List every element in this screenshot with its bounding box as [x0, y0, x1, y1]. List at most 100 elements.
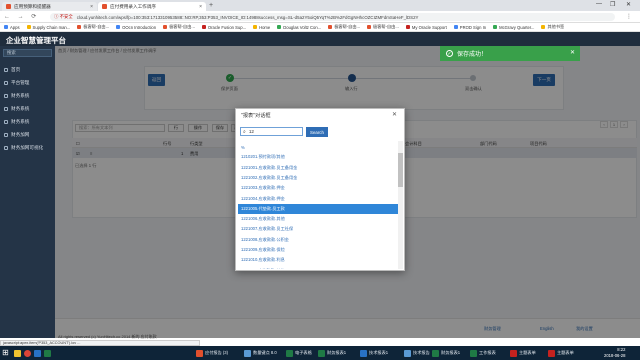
bookmark-other[interactable]: 其他书签 — [541, 24, 564, 30]
bookmarks-bar: Apps Supply Chain man... 极客帮-自由... OOcn … — [0, 23, 640, 32]
dialog-results-list: % 1210201.预付款项/其他 1221001.应收款款.员工备用金 122100… — [236, 141, 398, 269]
dialog-result-item[interactable]: 1221008.应收款款.公积金 — [238, 235, 398, 245]
taskbar-app[interactable]: 技术报告 — [404, 347, 430, 359]
dialog-close-icon[interactable]: ✕ — [392, 111, 397, 118]
bookmark[interactable]: PROD Sign In — [453, 25, 486, 30]
bookmark-icon — [253, 25, 258, 29]
taskbar-pinned[interactable] — [44, 347, 53, 359]
sidebar-search-input[interactable]: 搜索 — [3, 49, 52, 57]
url-field[interactable]: ⓘ 不安全 cloud.yunhitech.com/wps/fp=100:353:… — [50, 13, 615, 21]
dialog-result-item[interactable]: 1221007.应收款款.员工社保 — [238, 224, 398, 234]
taskbar-app-label: 财务报表1 — [441, 350, 461, 355]
taskbar-app-label: 主题表单 — [557, 350, 574, 355]
search-icon: ⌕ — [243, 128, 246, 135]
dialog-result-item[interactable]: 1210201.预付款项/其他 — [238, 152, 398, 162]
maximize-icon[interactable]: ❐ — [610, 1, 615, 8]
new-tab-button[interactable]: + — [209, 2, 213, 9]
dialog-title: "报表"对话框 — [241, 113, 271, 119]
dialog-result-item[interactable]: 1221011.应收款款.其他 — [238, 266, 398, 269]
taskbar-clock[interactable]: 8:22 2018-06-28 — [604, 347, 625, 359]
menu-icon — [4, 94, 8, 98]
clock-date: 2018-06-28 — [604, 353, 626, 358]
taskbar-app[interactable]: 工作报表 — [470, 347, 496, 359]
dialog-result-item[interactable]: 1221002.应收款款.员工备用金 — [238, 173, 398, 183]
search-value: 12 — [248, 129, 254, 134]
sidebar-item-finance[interactable]: 财务系统 — [0, 103, 55, 115]
apps-icon — [4, 25, 8, 29]
dialog-result-item[interactable]: 1221003.应收款款.押金 — [238, 183, 398, 193]
dialog-search-button[interactable]: Search — [306, 127, 328, 137]
navigation-buttons[interactable]: ← → ⟳ — [4, 13, 39, 20]
bookmark[interactable]: My Oracle Support — [405, 25, 447, 30]
bookmark[interactable]: McGravy Quarter... — [493, 25, 534, 30]
bookmark[interactable]: Oracle Fusion Sup... — [201, 25, 246, 30]
menu-icon — [4, 120, 8, 124]
browser-menu-icon[interactable]: ⋮ — [626, 13, 632, 20]
sidebar-item-platform[interactable]: 平台管理 — [0, 77, 55, 89]
sidebar-item-finance[interactable]: 财务系统 — [0, 90, 55, 102]
browser-tab-active[interactable]: 应付费用录入工作调序 × — [98, 2, 206, 11]
taskbar-app[interactable]: 主题表单 — [548, 347, 574, 359]
taskbar-pinned[interactable] — [24, 347, 33, 359]
bookmark[interactable]: 极客帮-自由... — [163, 24, 195, 30]
close-tab-icon[interactable]: × — [90, 4, 93, 10]
bookmark-icon — [26, 25, 31, 29]
sidebar-item-network[interactable]: 财务加网 — [0, 129, 55, 141]
menu-icon — [4, 146, 8, 150]
bookmark-icon — [453, 25, 458, 29]
outlook-icon — [34, 349, 41, 357]
tab-label: 应付费用录入工作调序 — [110, 3, 156, 9]
bookmark-icon — [405, 25, 410, 29]
dialog-result-item[interactable]: 1221009.应收款款.保险 — [238, 245, 398, 255]
start-icon[interactable]: ⊞ — [2, 348, 9, 357]
chrome-icon — [24, 349, 31, 357]
taskbar-app[interactable]: 财务报表1 — [318, 347, 346, 359]
taskbar-app[interactable]: 技术报表1 — [360, 347, 388, 359]
taskbar-app[interactable]: 应付报告 (3) — [196, 347, 228, 359]
bookmark[interactable]: 极客帮-自由... — [328, 24, 360, 30]
bookmark-icon — [77, 25, 82, 29]
taskbar-app[interactable]: 数量键点 8.0 — [244, 347, 277, 359]
toast-close-icon[interactable]: ✕ — [570, 49, 575, 56]
bookmark[interactable]: Supply Chain man... — [26, 25, 70, 30]
sidebar-item-finance[interactable]: 财务系统 — [0, 116, 55, 128]
dialog-result-item[interactable]: 1221010.应收款款.利息 — [238, 255, 398, 265]
dialog-result-item[interactable]: % — [238, 142, 398, 152]
app-icon — [286, 349, 293, 357]
taskbar-app-label: 数量键点 8.0 — [253, 350, 277, 355]
sidebar-item-visualization[interactable]: 财务加网可视化 — [0, 142, 55, 154]
app-icon — [432, 349, 439, 357]
bookmark-icon — [367, 25, 372, 29]
dialog-search-input[interactable]: ⌕ 12 — [240, 127, 303, 136]
taskbar-app[interactable]: 财务报表1 — [432, 347, 460, 359]
app-header — [0, 32, 640, 46]
not-secure-badge[interactable]: ⓘ 不安全 — [54, 14, 73, 20]
taskbar-pinned[interactable] — [34, 347, 43, 359]
bookmark-icon — [277, 25, 282, 29]
dialog-result-item[interactable]: 1221001.应收款款.员工备用金 — [238, 163, 398, 173]
bookmark[interactable]: OOcn Introduction — [116, 25, 156, 30]
dialog-result-item[interactable]: 1221004.应收款款.押金 — [238, 194, 398, 204]
bookmark[interactable]: Douglas Voltz Con... — [277, 25, 321, 30]
app-icon — [360, 349, 367, 357]
bookmark[interactable]: 极客帮-自由... — [367, 24, 399, 30]
bookmark-apps[interactable]: Apps — [4, 25, 20, 30]
dialog-result-item[interactable]: 1221006.应收款款.其他 — [238, 214, 398, 224]
sidebar-item-home[interactable]: 首页 — [0, 64, 55, 76]
taskbar-pinned[interactable] — [14, 347, 23, 359]
dialog-result-item[interactable]: 1221005.代垫款.员工款 — [238, 203, 398, 214]
menu-icon — [4, 107, 8, 111]
minimize-icon[interactable]: — — [596, 1, 602, 7]
taskbar-app-label: 财务报表1 — [327, 350, 347, 355]
close-tab-icon[interactable]: × — [199, 4, 202, 10]
bookmark[interactable]: 极客帮-自由... — [77, 24, 109, 30]
bookmark[interactable]: Home — [253, 25, 270, 30]
taskbar-app[interactable]: 主题表单 — [510, 347, 536, 359]
browser-tab[interactable]: 应用预算和提醒器 × — [2, 2, 97, 11]
close-window-icon[interactable]: ✕ — [626, 1, 631, 8]
toast-message: 保存成功！ — [457, 52, 488, 58]
dialog-scrollbar-thumb[interactable] — [398, 153, 403, 187]
taskbar-app[interactable]: 电子表格 — [286, 347, 312, 359]
favicon-icon — [6, 4, 11, 9]
bookmark-icon — [163, 25, 168, 29]
